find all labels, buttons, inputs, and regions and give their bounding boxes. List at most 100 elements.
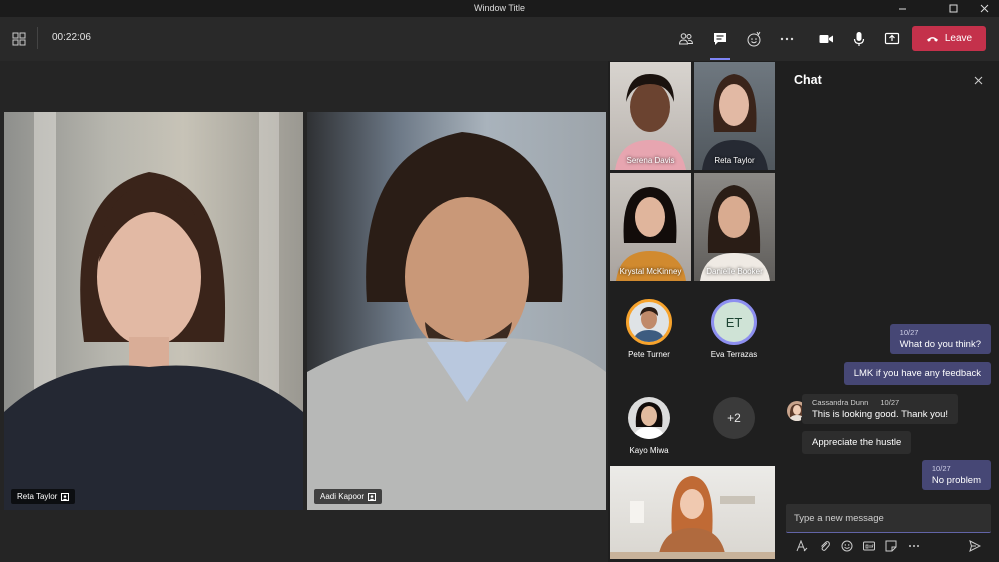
microphone-icon [853, 32, 865, 46]
chat-message-sent: 10/27 What do you think? [889, 324, 991, 354]
video-feed-reta-taylor[interactable]: Reta Taylor [4, 112, 303, 510]
grid-icon [12, 32, 26, 46]
message-text: Appreciate the hustle [812, 437, 902, 448]
avatar-name: Kayo Miwa [629, 446, 669, 455]
more-icon [909, 545, 919, 547]
format-button[interactable] [795, 539, 809, 553]
close-window-button[interactable] [971, 0, 997, 17]
microphone-button[interactable] [847, 27, 871, 51]
message-time: 10/27 [899, 328, 919, 337]
badge-icon [61, 492, 70, 501]
toolbar-divider [37, 27, 38, 49]
tile-name: Serena Davis [626, 156, 675, 165]
emoji-button[interactable] [840, 539, 854, 553]
tile-name: Krystal McKinney [619, 267, 682, 276]
people-icon [678, 33, 694, 45]
chat-active-indicator [710, 58, 730, 60]
minimize-icon [898, 8, 906, 10]
chat-message-sent: LMK if you have any feedback [843, 362, 991, 385]
attach-button[interactable] [818, 539, 832, 553]
message-author: Cassandra Dunn [812, 398, 869, 407]
gallery-tile[interactable]: Reta Taylor [694, 62, 775, 170]
more-icon [780, 37, 794, 41]
message-time: 10/27 [931, 464, 951, 473]
participant-silhouette [633, 402, 665, 439]
chat-message-received: Appreciate the hustle [802, 431, 912, 454]
maximize-button[interactable] [940, 0, 966, 17]
participant-silhouette [616, 187, 686, 281]
reactions-button[interactable] [742, 27, 766, 51]
gif-button[interactable] [862, 539, 876, 553]
participant-silhouette [700, 185, 770, 281]
main-stage: Reta Taylor Aadi Kapoor [0, 61, 608, 562]
avatar-name: Eva Terrazas [710, 350, 758, 359]
share-screen-button[interactable] [880, 27, 904, 51]
chat-panel: Chat 10/27 What do you think? LMK if you… [779, 61, 999, 562]
avatar-tile[interactable]: ET Eva Terrazas [696, 299, 772, 359]
sticker-button[interactable] [884, 539, 898, 553]
self-view-tile[interactable] [610, 466, 775, 559]
avatar-tile[interactable]: Kayo Miwa [612, 397, 686, 455]
message-time: 10/27 [880, 398, 900, 407]
close-chat-button[interactable] [971, 73, 985, 87]
participant-name: Reta Taylor [17, 492, 58, 501]
gallery-tile[interactable]: Danielle Booker [694, 173, 775, 281]
window-title: Window Title [473, 3, 526, 13]
video-name-tag: Aadi Kapoor [314, 489, 383, 504]
tile-name: Danielle Booker [706, 267, 763, 276]
send-button[interactable] [968, 539, 982, 553]
chat-button[interactable] [708, 27, 732, 51]
title-bar: Window Title [0, 0, 999, 17]
avatar [628, 397, 670, 439]
gif-icon [863, 541, 875, 551]
message-text: This is looking good. Thank you! [812, 409, 949, 420]
chat-icon [714, 33, 726, 45]
camera-button[interactable] [814, 27, 838, 51]
paperclip-icon [821, 541, 830, 551]
participant-name: Aadi Kapoor [320, 492, 365, 501]
sticker-icon [885, 540, 897, 552]
compose-box [786, 504, 991, 533]
video-feed-aadi-kapoor[interactable]: Aadi Kapoor [307, 112, 606, 510]
badge-icon [368, 492, 377, 501]
message-text: No problem [931, 475, 981, 486]
chat-message-received: Cassandra Dunn 10/27 This is looking goo… [802, 394, 959, 424]
gallery-tile[interactable]: Krystal McKinney [610, 173, 691, 281]
leave-label: Leave [944, 33, 973, 44]
participants-button[interactable] [674, 27, 698, 51]
maximize-icon [949, 4, 957, 13]
more-participants-button[interactable]: +2 [713, 397, 755, 439]
close-icon [980, 4, 988, 13]
avatar-name: Pete Turner [628, 350, 670, 359]
avatar-tile[interactable]: Pete Turner [612, 299, 686, 359]
participant-silhouette [615, 74, 686, 170]
message-text: What do you think? [899, 339, 981, 350]
participant-silhouette [610, 476, 775, 559]
message-text: LMK if you have any feedback [853, 368, 981, 379]
meeting-toolbar: 00:22:06 Leave [0, 17, 999, 61]
message-input[interactable] [786, 504, 982, 532]
chat-message-sent: 10/27 No problem [921, 460, 991, 490]
reaction-icon [747, 31, 761, 47]
share-screen-icon [884, 32, 900, 45]
more-actions-button[interactable] [775, 27, 799, 51]
gallery-tile[interactable]: Serena Davis [610, 62, 691, 170]
avatar: ET [711, 299, 757, 345]
more-options-button[interactable] [907, 539, 921, 553]
emoji-icon [841, 540, 853, 552]
close-icon [974, 76, 982, 84]
participant-silhouette [702, 74, 768, 170]
hang-up-icon [926, 36, 938, 42]
meeting-timer: 00:22:06 [52, 32, 91, 43]
layout-button[interactable] [7, 27, 31, 51]
tile-name: Reta Taylor [714, 156, 755, 165]
video-name-tag: Reta Taylor [11, 489, 76, 504]
leave-button[interactable]: Leave [912, 26, 986, 51]
participant-silhouette [307, 132, 606, 510]
minimize-button[interactable] [889, 0, 915, 17]
participant-silhouette [633, 307, 665, 342]
format-icon [796, 540, 808, 552]
avatar [626, 299, 672, 345]
chat-title: Chat [794, 73, 822, 87]
participant-gallery: Serena Davis Reta Taylor Krystal McKinne… [608, 61, 779, 562]
